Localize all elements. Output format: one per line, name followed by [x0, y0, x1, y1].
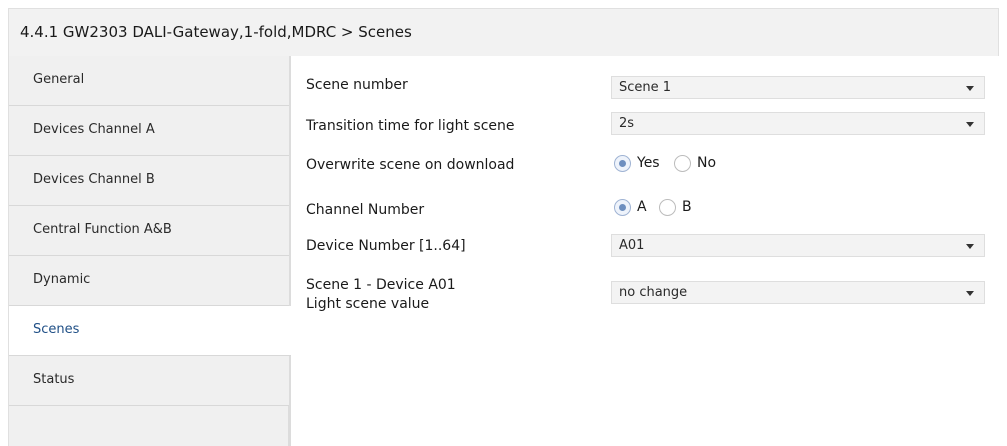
scene-number-select[interactable]: Scene 1: [611, 76, 985, 99]
sidebar-item-scenes[interactable]: Scenes: [9, 306, 292, 356]
window-header: 4.4.1 GW2303 DALI-Gateway,1-fold,MDRC > …: [8, 8, 999, 56]
sidebar-item-dynamic[interactable]: Dynamic: [9, 256, 289, 306]
radio-icon: [614, 199, 631, 216]
caret-down-icon: [966, 122, 974, 127]
light-scene-value: no change: [619, 285, 688, 300]
parameter-panel: Scene number Scene 1 Transition time for…: [291, 56, 999, 446]
sidebar-item-label: Devices Channel A: [33, 122, 155, 137]
radio-icon: [674, 155, 691, 172]
sidebar-item-devices-channel-b[interactable]: Devices Channel B: [9, 156, 289, 206]
device-number-value: A01: [619, 238, 645, 253]
overwrite-scene-radio-group: Yes No: [614, 154, 754, 174]
overwrite-no-radio[interactable]: No: [674, 154, 734, 174]
sidebar-item-central-function[interactable]: Central Function A&B: [9, 206, 289, 256]
overwrite-yes-radio[interactable]: Yes: [614, 154, 674, 174]
channel-number-label: Channel Number: [306, 202, 425, 218]
radio-label: B: [682, 199, 692, 215]
sidebar-item-label: Dynamic: [33, 272, 91, 287]
caret-down-icon: [966, 86, 974, 91]
scene-number-value: Scene 1: [619, 80, 672, 95]
device-number-label: Device Number [1..64]: [306, 238, 466, 254]
caret-down-icon: [966, 244, 974, 249]
light-scene-label-line2: Light scene value: [306, 296, 430, 312]
sidebar-item-status[interactable]: Status: [9, 356, 289, 406]
sidebar-item-label: Status: [33, 372, 75, 387]
radio-label: No: [697, 155, 717, 171]
sidebar-item-label: General: [33, 72, 85, 87]
scene-number-label: Scene number: [306, 77, 408, 93]
transition-time-value: 2s: [619, 116, 635, 131]
radio-icon: [659, 199, 676, 216]
sidebar-item-general[interactable]: General: [9, 56, 289, 106]
radio-label: A: [637, 199, 647, 215]
device-number-select[interactable]: A01: [611, 234, 985, 257]
transition-time-select[interactable]: 2s: [611, 112, 985, 135]
sidebar: General Devices Channel A Devices Channe…: [8, 56, 292, 446]
radio-label: Yes: [637, 155, 660, 171]
channel-a-radio[interactable]: A: [614, 198, 659, 218]
light-scene-select[interactable]: no change: [611, 281, 985, 304]
transition-time-label: Transition time for light scene: [306, 118, 515, 134]
page-title: 4.4.1 GW2303 DALI-Gateway,1-fold,MDRC > …: [20, 23, 412, 41]
sidebar-item-label: Central Function A&B: [33, 222, 172, 237]
sidebar-item-label: Scenes: [33, 322, 80, 337]
channel-number-radio-group: A B: [614, 198, 714, 218]
channel-b-radio[interactable]: B: [659, 198, 704, 218]
light-scene-label-line1: Scene 1 - Device A01: [306, 277, 456, 293]
sidebar-item-devices-channel-a[interactable]: Devices Channel A: [9, 106, 289, 156]
overwrite-scene-label: Overwrite scene on download: [306, 157, 515, 173]
radio-icon: [614, 155, 631, 172]
caret-down-icon: [966, 291, 974, 296]
sidebar-item-label: Devices Channel B: [33, 172, 155, 187]
